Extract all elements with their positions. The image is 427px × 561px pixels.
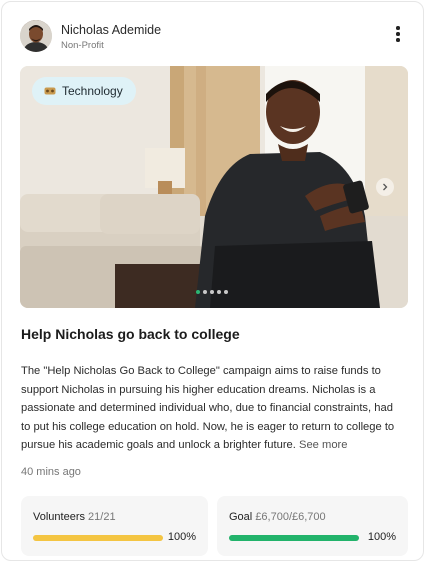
chevron-right-icon — [383, 183, 388, 191]
goal-label: Goal — [229, 511, 253, 523]
goal-progress-fill — [229, 535, 359, 541]
carousel-dot[interactable] — [196, 290, 200, 294]
volunteers-percent: 100% — [167, 531, 196, 543]
volunteers-value: 21/21 — [88, 511, 116, 523]
carousel-dot[interactable] — [210, 290, 214, 294]
volunteers-stat: Volunteers 21/21 100% — [21, 496, 208, 556]
carousel-dot[interactable] — [217, 290, 221, 294]
carousel-dot[interactable] — [203, 290, 207, 294]
goal-value: £6,700/£6,700 — [255, 511, 326, 523]
carousel-dot[interactable] — [224, 290, 228, 294]
card-header: Nicholas Ademide Non-Profit — [20, 20, 405, 56]
carousel-indicator — [196, 290, 228, 294]
see-more-link[interactable]: See more — [299, 439, 348, 451]
avatar[interactable] — [20, 20, 52, 52]
volunteers-label-row: Volunteers 21/21 — [33, 511, 196, 523]
avatar-image — [20, 20, 52, 52]
goal-percent: 100% — [367, 531, 396, 543]
volunteers-label: Volunteers — [33, 511, 85, 523]
campaign-image-carousel[interactable]: Technology — [20, 66, 408, 308]
goal-progress-track — [229, 535, 359, 541]
category-tag-label: Technology — [62, 84, 123, 98]
volunteers-progress-track — [33, 535, 163, 541]
volunteers-progress-fill — [33, 535, 163, 541]
user-name[interactable]: Nicholas Ademide — [61, 23, 161, 37]
user-role: Non-Profit — [61, 40, 104, 51]
technology-icon — [44, 87, 56, 95]
goal-label-row: Goal £6,700/£6,700 — [229, 511, 396, 523]
next-slide-button[interactable] — [376, 178, 394, 196]
campaign-description: The "Help Nicholas Go Back to College" c… — [21, 362, 401, 455]
campaign-card: Nicholas Ademide Non-Profit Technology H… — [1, 1, 424, 561]
posted-time: 40 mins ago — [21, 466, 81, 478]
campaign-title[interactable]: Help Nicholas go back to college — [21, 326, 240, 342]
category-tag[interactable]: Technology — [32, 77, 136, 105]
goal-stat: Goal £6,700/£6,700 100% — [217, 496, 408, 556]
more-options-icon[interactable] — [395, 26, 401, 44]
